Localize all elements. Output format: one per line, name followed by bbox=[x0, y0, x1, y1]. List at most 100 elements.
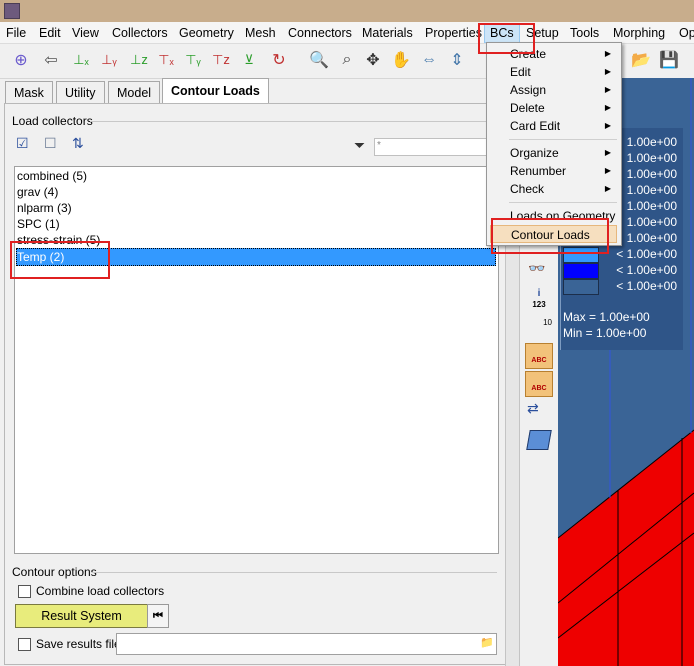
menu-item-assign[interactable]: Assign ▶ bbox=[487, 81, 619, 99]
bcs-dropdown-menu: Create ▶ Edit ▶ Assign ▶ Delete ▶ Card Edit ▶… bbox=[486, 42, 622, 246]
tab-contour-loads[interactable]: Contour Loads bbox=[162, 78, 269, 105]
menu-item-check[interactable]: Check ▶ bbox=[487, 180, 619, 198]
zoom-window-icon[interactable]: ⊕ bbox=[10, 49, 32, 71]
menu-geometry[interactable]: Geometry bbox=[179, 25, 234, 41]
legend-max: Max = 1.00e+00 bbox=[563, 310, 650, 324]
tab-model[interactable]: Model bbox=[108, 81, 161, 104]
menu-morphing[interactable]: Morphing bbox=[613, 25, 665, 41]
open-folder-icon[interactable]: 📂 bbox=[630, 49, 652, 71]
legend-value: 1.00e+00 bbox=[626, 135, 677, 149]
group-divider bbox=[90, 121, 497, 122]
submenu-arrow-icon: ▶ bbox=[604, 49, 611, 58]
save-icon[interactable]: 💾 bbox=[658, 49, 680, 71]
save-results-file-path[interactable] bbox=[116, 633, 497, 655]
view-x-icon[interactable]: ⊥ₓ bbox=[70, 49, 92, 71]
submenu-arrow-icon: ▶ bbox=[604, 184, 611, 193]
result-system-button[interactable]: Result System bbox=[15, 604, 148, 628]
find-binoculars-icon[interactable]: 👓 bbox=[528, 260, 550, 280]
list-item[interactable]: combined (5) bbox=[17, 168, 494, 184]
menu-item-organize[interactable]: Organize ▶ bbox=[487, 144, 619, 162]
move-icon[interactable]: ✥ bbox=[362, 49, 384, 71]
submenu-arrow-icon: ▶ bbox=[604, 85, 611, 94]
contour-options-label: Contour options bbox=[12, 565, 97, 579]
list-item[interactable]: nlparm (3) bbox=[17, 200, 494, 216]
list-item[interactable]: grav (4) bbox=[17, 184, 494, 200]
tab-utility[interactable]: Utility bbox=[56, 81, 105, 104]
pan-hand-icon[interactable]: ✋ bbox=[390, 49, 412, 71]
view-neg-z-icon[interactable]: ⊤z bbox=[210, 49, 232, 71]
browse-folder-icon[interactable]: 📁 bbox=[480, 636, 494, 650]
view-neg-y-icon[interactable]: ⊤ᵧ bbox=[182, 49, 204, 71]
view-neg-x-icon[interactable]: ⊤ₓ bbox=[155, 49, 177, 71]
rotate-view-icon[interactable]: ↻ bbox=[268, 49, 290, 71]
menu-item-edit[interactable]: Edit ▶ bbox=[487, 63, 619, 81]
group-divider bbox=[92, 572, 497, 573]
filter-icon[interactable]: ⏷ bbox=[354, 137, 370, 153]
save-results-file-checkbox[interactable] bbox=[18, 638, 31, 651]
select-all-icon[interactable]: ☑ bbox=[16, 135, 38, 157]
result-system-reset-button[interactable]: ⏮ bbox=[147, 604, 169, 628]
tab-mask[interactable]: Mask bbox=[5, 81, 53, 104]
highlight-box-bcs bbox=[478, 23, 535, 54]
filter-input[interactable]: * bbox=[374, 138, 500, 156]
menu-item-renumber[interactable]: Renumber ▶ bbox=[487, 162, 619, 180]
arrow-left-icon[interactable]: ⇦ bbox=[40, 49, 62, 71]
menu-collectors[interactable]: Collectors bbox=[112, 25, 168, 41]
menu-separator bbox=[509, 202, 617, 203]
reverse-selection-icon[interactable]: ⇅ bbox=[72, 135, 94, 157]
submenu-arrow-icon: ▶ bbox=[604, 148, 611, 157]
legend-swatch bbox=[563, 279, 599, 295]
legend-value: 1.00e+00 bbox=[626, 183, 677, 197]
menu-item-label: Assign bbox=[510, 83, 547, 97]
menu-item-label: Check bbox=[510, 182, 545, 196]
menu-tools[interactable]: Tools bbox=[570, 25, 599, 41]
view-iso-icon[interactable]: ⊻ bbox=[238, 49, 260, 71]
plane-icon[interactable] bbox=[526, 430, 552, 450]
combine-load-collectors-checkbox[interactable] bbox=[18, 585, 31, 598]
measure-scale-icon[interactable]: 10 bbox=[526, 318, 552, 340]
highlight-box-contour-loads bbox=[491, 218, 609, 254]
info-icon[interactable]: i bbox=[528, 288, 550, 300]
legend-value: 1.00e+00 bbox=[626, 199, 677, 213]
select-none-icon[interactable]: ☐ bbox=[44, 135, 66, 157]
menu-materials[interactable]: Materials bbox=[362, 25, 413, 41]
menu-properties[interactable]: Properties bbox=[425, 25, 482, 41]
menu-item-delete[interactable]: Delete ▶ bbox=[487, 99, 619, 117]
title-bar bbox=[0, 0, 694, 22]
submenu-arrow-icon: ▶ bbox=[604, 103, 611, 112]
view-y-icon[interactable]: ⊥ᵧ bbox=[98, 49, 120, 71]
legend-min: Min = 1.00e+00 bbox=[563, 326, 647, 340]
numbers-icon[interactable]: 123 bbox=[526, 300, 552, 312]
menu-connectors[interactable]: Connectors bbox=[288, 25, 352, 41]
submenu-arrow-icon: ▶ bbox=[604, 166, 611, 175]
legend-value: 1.00e+00 bbox=[626, 231, 677, 245]
legend-value: 1.00e+00 bbox=[626, 167, 677, 181]
legend-value: 1.00e+00 bbox=[626, 151, 677, 165]
arrow-vertical-icon[interactable]: ⇕ bbox=[446, 49, 468, 71]
transform-icon[interactable]: ⇄ bbox=[527, 400, 551, 420]
load-collector-list[interactable]: combined (5) grav (4) nlparm (3) SPC (1)… bbox=[14, 166, 499, 554]
legend-row: < 1.00e+00 bbox=[561, 278, 683, 295]
submenu-arrow-icon: ▶ bbox=[604, 121, 611, 130]
menu-file[interactable]: File bbox=[6, 25, 26, 41]
zoom-out-icon[interactable]: ⌕ bbox=[336, 49, 358, 71]
menu-item-card-edit[interactable]: Card Edit ▶ bbox=[487, 117, 619, 135]
menu-item-label: Organize bbox=[510, 146, 559, 160]
menu-bar: File Edit View Collectors Geometry Mesh … bbox=[0, 22, 694, 44]
menu-mesh[interactable]: Mesh bbox=[245, 25, 276, 41]
zoom-in-icon[interactable]: 🔍 bbox=[308, 49, 330, 71]
menu-item-label: Renumber bbox=[510, 164, 567, 178]
panel-tabs: Mask Utility Model Contour Loads bbox=[0, 78, 505, 105]
menu-edit[interactable]: Edit bbox=[39, 25, 61, 41]
highlight-box-temp bbox=[10, 241, 110, 279]
list-item[interactable]: SPC (1) bbox=[17, 216, 494, 232]
menu-view[interactable]: View bbox=[72, 25, 99, 41]
abc-load-icon[interactable]: ABC bbox=[525, 371, 553, 397]
abc-label-icon[interactable]: ABC bbox=[525, 343, 553, 369]
menu-overflow[interactable]: Op bbox=[679, 25, 694, 41]
submenu-arrow-icon: ▶ bbox=[604, 67, 611, 76]
menu-separator bbox=[509, 139, 617, 140]
view-z-icon[interactable]: ⊥z bbox=[128, 49, 150, 71]
combine-load-collectors-label: Combine load collectors bbox=[36, 584, 165, 598]
arrow-horizontal-icon[interactable]: ⇔ bbox=[418, 49, 440, 71]
